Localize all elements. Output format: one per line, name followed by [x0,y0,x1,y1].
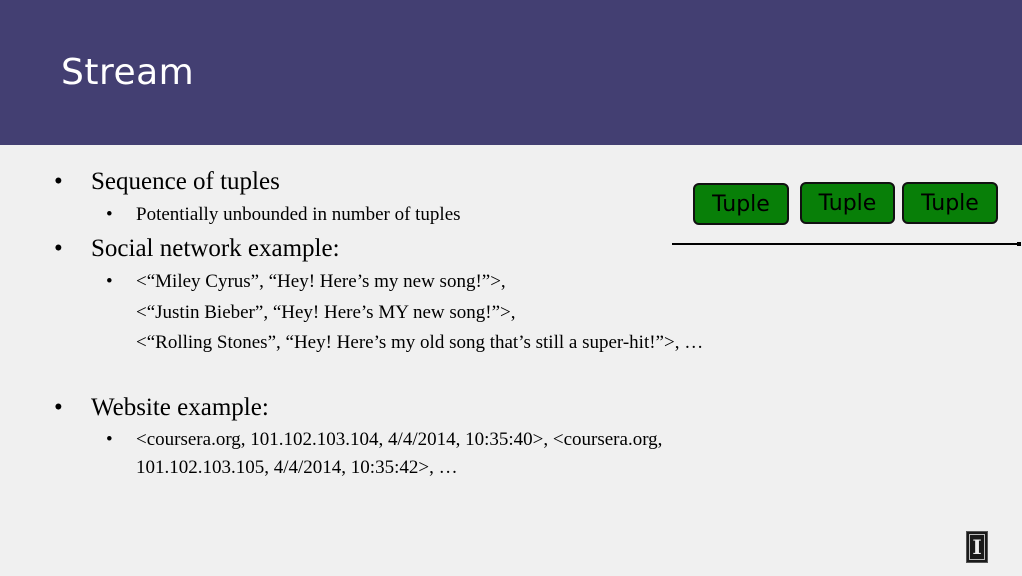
social-example-line-2: <“Justin Bieber”, “Hey! Here’s MY new so… [136,302,516,323]
bullet-icon: • [54,235,63,262]
tuple-box-3: Tuple [902,182,998,224]
bullet-website: Website example: [91,394,269,421]
social-example-line-1: <“Miley Cyrus”, “Hey! Here’s my new song… [136,271,506,292]
slide-title: Stream [61,52,195,93]
tuple-box-2: Tuple [800,182,895,224]
website-example-line-1: <coursera.org, 101.102.103.104, 4/4/2014… [136,429,663,450]
bullet-icon: • [54,394,63,421]
tuple-box-1: Tuple [693,183,789,225]
social-example-line-3: <“Rolling Stones”, “Hey! Here’s my old s… [136,332,704,353]
sub-bullet-unbounded: Potentially unbounded in number of tuple… [136,204,461,225]
bullet-icon: • [106,271,113,292]
website-example-line-2: 101.102.103.105, 4/4/2014, 10:35:42>, … [136,457,458,478]
arrow-head-icon [1017,242,1021,246]
bullet-icon: • [106,429,113,450]
bullet-sequence-of-tuples: Sequence of tuples [91,168,280,195]
logo-glyph: I [969,534,985,560]
timeline-arrow [672,243,1018,245]
bullet-social-network: Social network example: [91,235,340,262]
bullet-icon: • [106,204,113,225]
slide-header: Stream [0,0,1022,145]
university-logo-icon: I [966,531,988,563]
bullet-icon: • [54,168,63,195]
